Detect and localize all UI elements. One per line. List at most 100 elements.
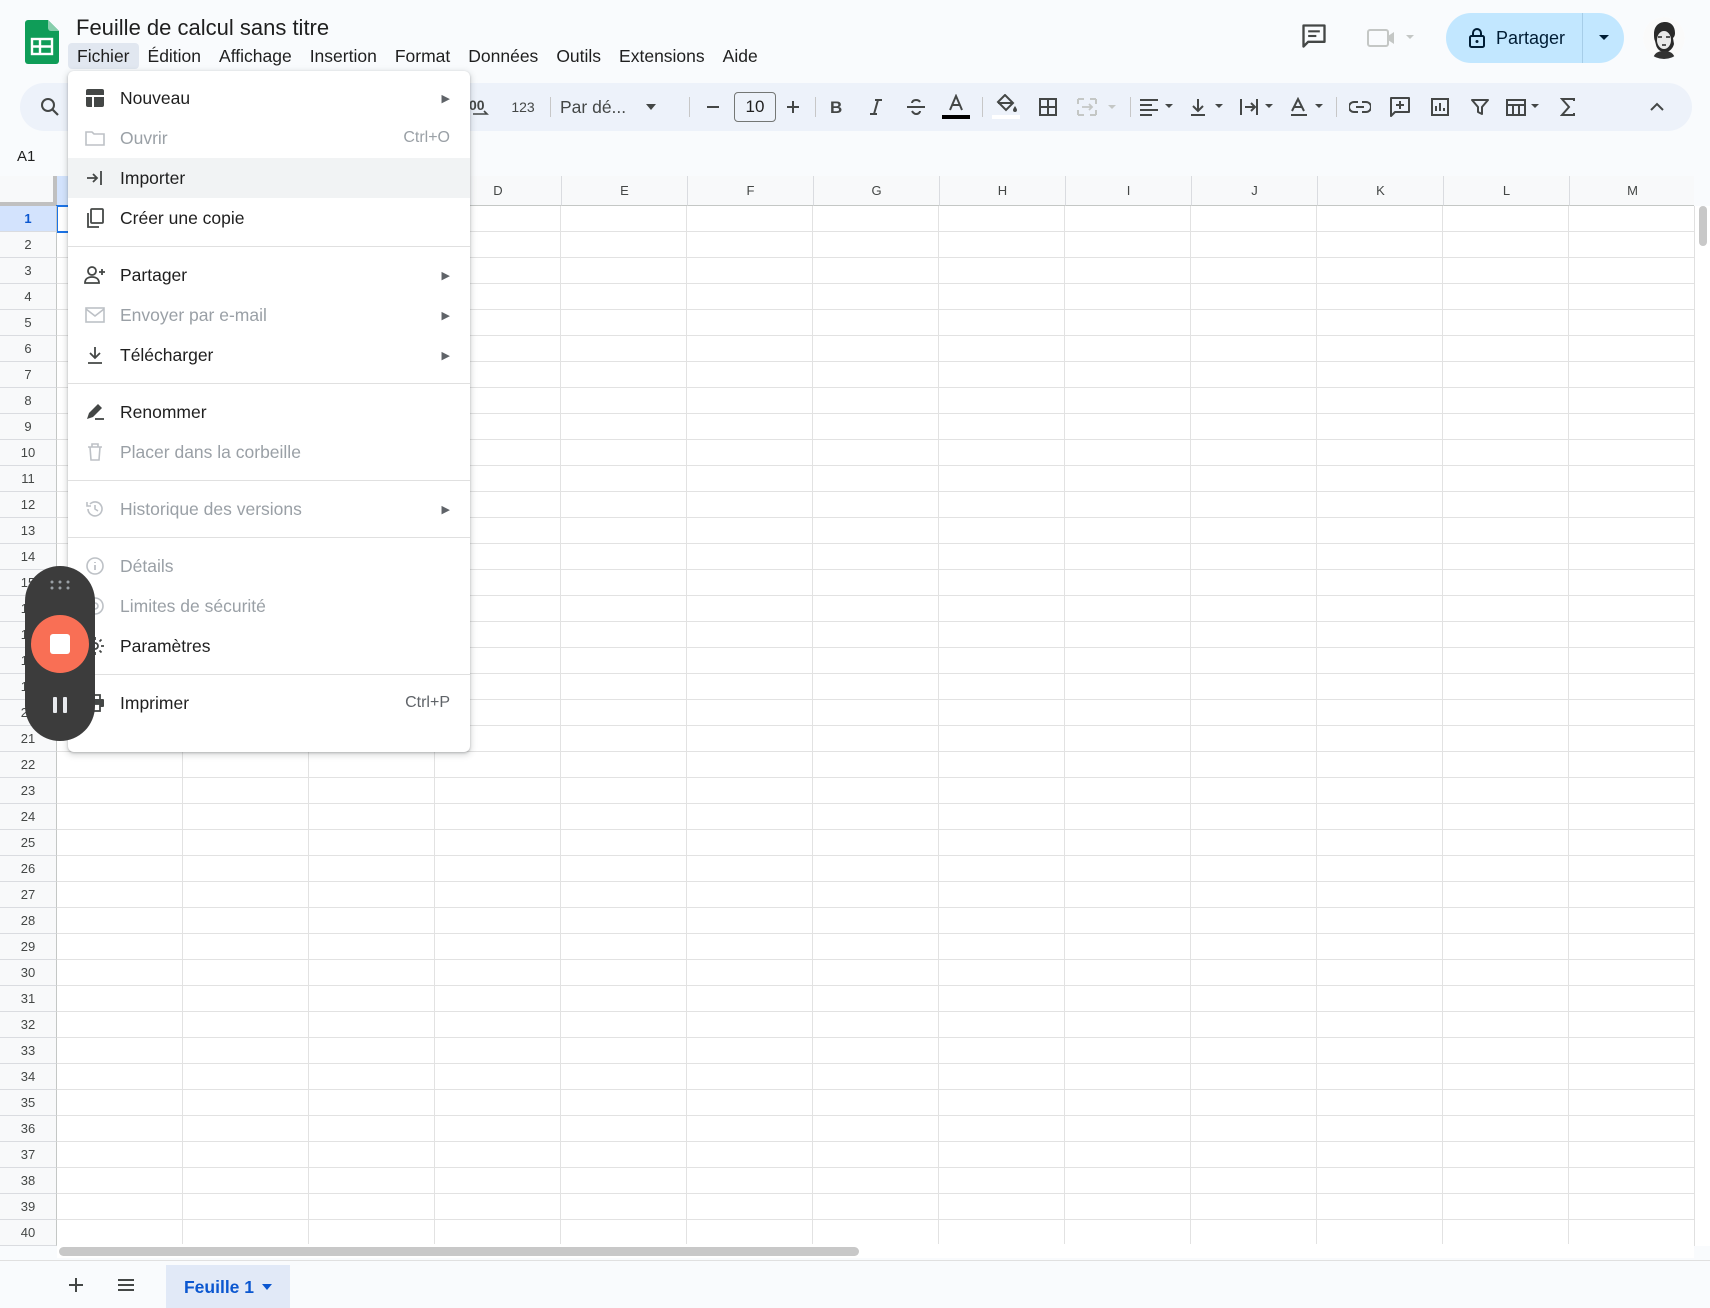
menu-item-details[interactable]: Détails <box>68 546 470 586</box>
borders-icon[interactable] <box>1030 83 1066 131</box>
row-header[interactable]: 22 <box>0 752 57 778</box>
row-header[interactable]: 2 <box>0 232 57 258</box>
menu-item-share[interactable]: Partager ▶ <box>68 255 470 295</box>
menu-item-make-copy[interactable]: Créer une copie <box>68 198 470 238</box>
column-header[interactable]: I <box>1066 176 1192 206</box>
fill-color-icon[interactable] <box>988 83 1024 131</box>
row-header[interactable]: 8 <box>0 388 57 414</box>
document-title[interactable]: Feuille de calcul sans titre <box>76 15 329 41</box>
menu-item-version-history[interactable]: Historique des versions ▶ <box>68 489 470 529</box>
meet-video-icon[interactable] <box>1366 26 1418 50</box>
row-header[interactable]: 12 <box>0 492 57 518</box>
menu-item-download[interactable]: Télécharger ▶ <box>68 335 470 375</box>
vertical-scrollbar[interactable] <box>1694 206 1710 1246</box>
menu-item-import[interactable]: Importer <box>68 158 470 198</box>
menu-extensions[interactable]: Extensions <box>610 43 714 69</box>
row-header[interactable]: 25 <box>0 830 57 856</box>
menu-file[interactable]: Fichier <box>68 43 139 69</box>
row-header[interactable]: 23 <box>0 778 57 804</box>
row-header[interactable]: 30 <box>0 960 57 986</box>
menu-item-open[interactable]: Ouvrir Ctrl+O <box>68 118 470 158</box>
column-header[interactable]: F <box>688 176 814 206</box>
number-format-button[interactable]: 123 <box>503 83 543 131</box>
menu-format[interactable]: Format <box>386 43 459 69</box>
horizontal-align-icon[interactable] <box>1136 83 1180 131</box>
horizontal-scrollbar[interactable] <box>57 1244 1694 1258</box>
row-header[interactable]: 32 <box>0 1012 57 1038</box>
strikethrough-icon[interactable] <box>898 83 934 131</box>
select-all-corner[interactable] <box>0 176 57 206</box>
column-header[interactable]: G <box>814 176 940 206</box>
menu-item-print[interactable]: Imprimer Ctrl+P <box>68 683 470 723</box>
insert-chart-icon[interactable] <box>1422 83 1458 131</box>
column-header[interactable]: J <box>1192 176 1318 206</box>
filter-icon[interactable] <box>1462 83 1498 131</box>
row-header[interactable]: 7 <box>0 362 57 388</box>
pause-icon[interactable] <box>52 696 68 714</box>
sheet-tab[interactable]: Feuille 1 <box>166 1265 290 1308</box>
row-header[interactable]: 5 <box>0 310 57 336</box>
vertical-align-icon[interactable] <box>1186 83 1230 131</box>
add-sheet-icon[interactable] <box>64 1273 88 1297</box>
menu-edit[interactable]: Édition <box>139 43 211 69</box>
avatar[interactable] <box>1643 17 1685 59</box>
menu-item-rename[interactable]: Renommer <box>68 392 470 432</box>
merge-cells-icon[interactable] <box>1070 83 1126 131</box>
insert-comment-icon[interactable] <box>1382 83 1418 131</box>
menu-tools[interactable]: Outils <box>547 43 610 69</box>
stop-recording-button[interactable] <box>31 615 89 673</box>
sheets-logo-icon[interactable] <box>25 20 59 64</box>
text-wrapping-icon[interactable] <box>1236 83 1280 131</box>
row-header[interactable]: 24 <box>0 804 57 830</box>
comments-icon[interactable] <box>1300 22 1328 50</box>
row-header[interactable]: 36 <box>0 1116 57 1142</box>
horizontal-scroll-thumb[interactable] <box>59 1247 859 1256</box>
italic-icon[interactable] <box>858 83 894 131</box>
menu-item-new[interactable]: Nouveau ▶ <box>68 78 470 118</box>
row-header[interactable]: 40 <box>0 1220 57 1246</box>
menu-item-settings[interactable]: Paramètres <box>68 626 470 666</box>
font-family-select[interactable]: Par dé... <box>560 83 680 131</box>
drag-handle-icon[interactable] <box>49 580 71 590</box>
column-header[interactable]: H <box>940 176 1066 206</box>
text-color-icon[interactable] <box>938 83 974 131</box>
font-size-input[interactable]: 10 <box>734 92 776 122</box>
collapse-toolbar-icon[interactable] <box>1642 83 1672 131</box>
row-header[interactable]: 11 <box>0 466 57 492</box>
row-header[interactable]: 9 <box>0 414 57 440</box>
column-header[interactable]: K <box>1318 176 1444 206</box>
row-header[interactable]: 6 <box>0 336 57 362</box>
row-header[interactable]: 31 <box>0 986 57 1012</box>
column-header[interactable]: L <box>1444 176 1570 206</box>
decrease-font-size-button[interactable] <box>700 83 726 131</box>
row-header[interactable]: 4 <box>0 284 57 310</box>
all-sheets-menu-icon[interactable] <box>114 1273 138 1297</box>
menu-view[interactable]: Affichage <box>210 43 301 69</box>
row-header[interactable]: 1 <box>0 206 57 232</box>
filter-views-icon[interactable] <box>1502 83 1546 131</box>
row-header[interactable]: 39 <box>0 1194 57 1220</box>
share-button[interactable]: Partager <box>1446 13 1583 63</box>
bold-icon[interactable]: B <box>818 83 854 131</box>
row-header[interactable]: 3 <box>0 258 57 284</box>
name-box[interactable]: A1 <box>17 148 35 165</box>
menu-data[interactable]: Données <box>459 43 547 69</box>
row-header[interactable]: 27 <box>0 882 57 908</box>
text-rotation-icon[interactable] <box>1286 83 1330 131</box>
row-header[interactable]: 13 <box>0 518 57 544</box>
row-header[interactable]: 35 <box>0 1090 57 1116</box>
functions-sigma-icon[interactable] <box>1550 83 1586 131</box>
menu-item-security-limits[interactable]: Limites de sécurité <box>68 586 470 626</box>
row-header[interactable]: 26 <box>0 856 57 882</box>
row-header[interactable]: 38 <box>0 1168 57 1194</box>
row-header[interactable]: 34 <box>0 1064 57 1090</box>
menu-item-email[interactable]: Envoyer par e-mail ▶ <box>68 295 470 335</box>
menu-item-trash[interactable]: Placer dans la corbeille <box>68 432 470 472</box>
column-header[interactable]: E <box>562 176 688 206</box>
increase-font-size-button[interactable] <box>780 83 806 131</box>
search-menus-icon[interactable] <box>40 83 60 131</box>
menu-help[interactable]: Aide <box>714 43 767 69</box>
menu-insert[interactable]: Insertion <box>301 43 386 69</box>
insert-link-icon[interactable] <box>1342 83 1378 131</box>
row-header[interactable]: 33 <box>0 1038 57 1064</box>
